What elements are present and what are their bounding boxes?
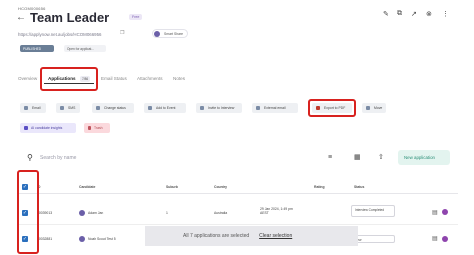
search-placeholder: Search by name [40, 155, 77, 161]
action-icon[interactable] [442, 209, 448, 215]
selection-bar: All 7 applications are selected Clear sel… [145, 226, 358, 246]
row-date: 29 Jan 2024, 1:49 pm AEST [260, 207, 293, 216]
checkbox-column-highlight [17, 170, 39, 254]
plan-badge: Free [129, 14, 143, 20]
tab-overview[interactable]: Overview [18, 76, 37, 81]
ai-icon [24, 126, 28, 130]
trash-label: Trash [94, 126, 103, 131]
share-icon[interactable]: ↗ [411, 10, 417, 18]
move-button-label: Move [374, 106, 383, 111]
move-icon [366, 106, 370, 110]
row-divider [18, 224, 458, 225]
more-menu-icon[interactable]: ⋮ [442, 10, 449, 18]
column-header-candidate[interactable]: Candidate [79, 185, 95, 189]
back-arrow-icon[interactable]: ← [16, 13, 26, 23]
change-status-label: Change status [104, 106, 126, 111]
avatar [154, 31, 160, 37]
published-status-dropdown[interactable]: PUBLISHED [20, 45, 54, 52]
ai-insights-button[interactable]: AI candidate insights [20, 123, 76, 133]
duplicate-icon[interactable]: ⧉ [397, 10, 402, 18]
external-email-button[interactable]: External email [252, 103, 298, 113]
row-suburb: 1 [166, 211, 168, 215]
action-icon[interactable] [442, 236, 448, 242]
new-application-label: New application [404, 155, 435, 160]
email-icon [24, 106, 28, 110]
sms-button[interactable]: SMS [56, 103, 80, 113]
row-country: Australia [214, 211, 228, 215]
column-header-country[interactable]: Country [214, 185, 227, 189]
open-for-dropdown[interactable]: Open for applicat... [64, 45, 106, 52]
interview-icon [200, 106, 204, 110]
tab-attachments[interactable]: Attachments [137, 76, 163, 81]
column-header-rating[interactable]: Rating [314, 185, 325, 189]
tab-notes[interactable]: Notes [173, 76, 185, 81]
published-label: PUBLISHED [23, 46, 42, 51]
new-application-button[interactable]: New application [398, 150, 450, 165]
search-input[interactable]: ⚲ Search by name [27, 151, 287, 165]
trash-button[interactable]: Trash [84, 123, 110, 133]
invite-to-interview-button[interactable]: Invite to Interview [196, 103, 242, 113]
avatar [79, 210, 85, 216]
sms-button-label: SMS [68, 106, 76, 111]
document-icon[interactable]: ▤ [432, 209, 438, 216]
add-to-event-label: Add to Event [156, 106, 176, 111]
upload-icon[interactable]: ⇧ [378, 153, 384, 161]
email-button-label: Email [32, 106, 41, 111]
candidate-name-link[interactable]: Adam Jan [88, 211, 103, 215]
ai-insights-label: AI candidate insights [31, 126, 63, 131]
tab-email-status[interactable]: Email Status [101, 76, 127, 81]
columns-icon[interactable]: ▦ [354, 153, 361, 161]
trash-icon [88, 126, 91, 130]
selection-text: All 7 applications are selected [183, 233, 250, 239]
search-icon: ⚲ [27, 153, 33, 162]
external-email-label: External email [264, 106, 286, 111]
copy-icon[interactable]: ❐ [120, 30, 124, 36]
change-status-button[interactable]: Change status [92, 103, 134, 113]
open-for-label: Open for applicat... [67, 46, 94, 51]
user-chip[interactable]: Smart Share [152, 29, 188, 38]
calendar-icon [148, 106, 152, 110]
move-button[interactable]: Move [362, 103, 386, 113]
sms-icon [60, 106, 64, 110]
row-id: 10032881 [37, 237, 53, 241]
applications-tab-highlight [40, 67, 98, 91]
export-pdf-highlight [308, 99, 356, 117]
user-name: Smart Share [164, 32, 184, 36]
add-to-event-button[interactable]: Add to Event [144, 103, 186, 113]
sort-icon[interactable]: ≡ [328, 154, 332, 161]
edit-icon[interactable]: ✎ [383, 10, 389, 18]
job-url-link[interactable]: https://applynow.net.au/jobs/HCOM066956 [18, 32, 101, 37]
page-title: Team Leader [30, 10, 110, 25]
candidate-name-link[interactable]: Noah Scout Test 5 [88, 237, 116, 241]
clear-selection-link[interactable]: Clear selection [259, 233, 292, 239]
header-divider [18, 193, 458, 194]
status-value: Interview Completed [355, 208, 385, 212]
column-header-status[interactable]: Status [354, 185, 364, 189]
external-email-icon [256, 106, 260, 110]
avatar [79, 236, 85, 242]
change-status-icon [96, 106, 100, 110]
document-icon[interactable]: ▤ [432, 235, 438, 242]
invite-to-interview-label: Invite to Interview [208, 106, 235, 111]
row-id: 10039013 [37, 211, 53, 215]
column-header-suburb[interactable]: Suburb [166, 185, 178, 189]
status-dropdown[interactable]: Interview Completed [351, 205, 395, 217]
close-job-icon[interactable]: ⊗ [426, 10, 432, 18]
email-button[interactable]: Email [20, 103, 46, 113]
